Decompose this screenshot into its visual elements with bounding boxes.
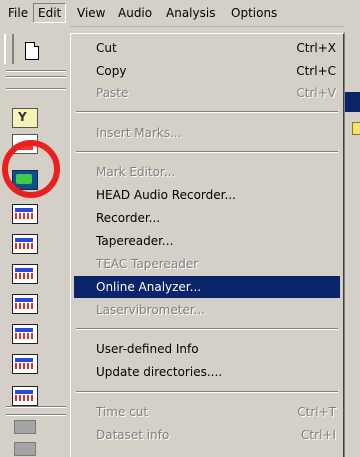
menu-item-label: Cut	[96, 41, 117, 55]
recorder-icon[interactable]	[12, 294, 38, 314]
menu-item-insert-marks[interactable]: Insert Marks...	[74, 122, 340, 144]
menu-item-label: Insert Marks...	[96, 126, 182, 140]
menu-item-label: HEAD Audio Recorder...	[96, 188, 236, 202]
recorder-icon[interactable]	[12, 264, 38, 284]
edit-menu: Cut Ctrl+X Copy Ctrl+C Paste Ctrl+V Inse…	[69, 32, 345, 457]
menu-separator	[76, 391, 338, 393]
toolbar-separator	[6, 70, 66, 72]
menu-item-label: Paste	[96, 86, 129, 100]
background-window	[344, 26, 360, 457]
menu-item-update-directories[interactable]: Update directories....	[74, 361, 340, 383]
recorder-icon[interactable]	[12, 324, 38, 344]
menu-item-head-audio-recorder[interactable]: HEAD Audio Recorder...	[74, 184, 340, 206]
annotation-circle	[2, 140, 60, 198]
menu-separator	[76, 111, 338, 113]
menu-item-label: Mark Editor...	[96, 165, 176, 179]
recorder-icon[interactable]	[12, 386, 38, 406]
left-toolbar	[0, 26, 70, 457]
toolbar-separator	[6, 406, 66, 408]
menu-item-shortcut: Ctrl+C	[296, 64, 336, 78]
menu-item-label: Time cut	[96, 405, 149, 419]
menu-item-dataset-info[interactable]: Dataset info Ctrl+I	[74, 424, 340, 446]
menu-item-online-analyzer[interactable]: Online Analyzer...	[74, 276, 340, 298]
menu-item-paste[interactable]: Paste Ctrl+V	[74, 82, 340, 104]
toolbar-grip[interactable]	[4, 34, 14, 64]
mark-icon[interactable]	[12, 108, 38, 128]
menu-item-recorder[interactable]: Recorder...	[74, 207, 340, 229]
menu-item-label: Update directories....	[96, 365, 223, 379]
menu-item-label: TEAC Tapereader	[96, 257, 199, 271]
menu-item-shortcut: Ctrl+V	[296, 86, 336, 100]
menu-item-label: Copy	[96, 64, 127, 78]
menu-item-label: Recorder...	[96, 211, 161, 225]
new-document-icon[interactable]	[25, 42, 39, 60]
menu-item-mark-editor[interactable]: Mark Editor...	[74, 161, 340, 183]
menu-separator	[76, 328, 338, 330]
menu-bar: File Edit View Audio Analysis Options	[0, 0, 360, 27]
menu-item-label: Tapereader...	[96, 234, 174, 248]
toolbar-separator	[6, 414, 66, 416]
recorder-icon[interactable]	[12, 204, 38, 224]
menu-edit[interactable]: Edit	[33, 3, 67, 23]
menu-item-shortcut: Ctrl+T	[297, 405, 336, 419]
recorder-icon[interactable]	[12, 234, 38, 254]
menu-item-copy[interactable]: Copy Ctrl+C	[74, 60, 340, 82]
menu-item-cut[interactable]: Cut Ctrl+X	[74, 37, 340, 59]
gray-block-icon[interactable]	[14, 442, 36, 456]
menu-view[interactable]: View	[73, 4, 109, 22]
window-title-bar	[344, 92, 360, 112]
menu-file[interactable]: File	[4, 4, 32, 22]
menu-audio[interactable]: Audio	[114, 4, 156, 22]
gray-block-icon[interactable]	[14, 420, 36, 434]
recorder-icon[interactable]	[12, 354, 38, 374]
menu-item-label: User-defined Info	[96, 342, 199, 356]
menu-item-label: Online Analyzer...	[96, 280, 202, 294]
menu-item-shortcut: Ctrl+I	[301, 428, 336, 442]
folder-icon	[352, 122, 360, 135]
menu-item-laservibrometer[interactable]: Laservibrometer...	[74, 299, 340, 321]
menu-item-time-cut[interactable]: Time cut Ctrl+T	[74, 401, 340, 423]
menu-analysis[interactable]: Analysis	[162, 4, 219, 22]
toolbar-separator	[6, 88, 66, 90]
menu-item-shortcut: Ctrl+X	[296, 41, 336, 55]
menu-item-tapereader[interactable]: Tapereader...	[74, 230, 340, 252]
toolbar-separator	[6, 76, 66, 78]
menu-options[interactable]: Options	[227, 4, 281, 22]
menu-item-user-defined-info[interactable]: User-defined Info	[74, 338, 340, 360]
menu-item-label: Dataset info	[96, 428, 170, 442]
menu-separator	[76, 151, 338, 153]
menu-item-label: Laservibrometer...	[96, 303, 206, 317]
menu-item-teac-tapereader[interactable]: TEAC Tapereader	[74, 253, 340, 275]
